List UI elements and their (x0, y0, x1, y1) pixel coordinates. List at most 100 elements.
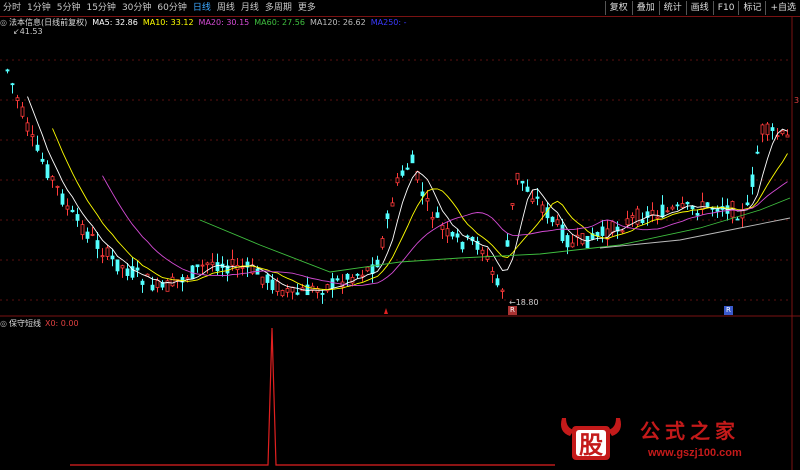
ma120-label: MA120: 26.62 (309, 18, 366, 27)
candle (45, 160, 50, 181)
ma250-label: MA250: - (370, 18, 407, 27)
candle (500, 288, 505, 299)
candle (25, 117, 30, 136)
candle (400, 165, 405, 178)
candle (480, 246, 485, 262)
candle (265, 272, 270, 290)
candle (105, 244, 110, 260)
indicator-options-icon[interactable]: ◎ (0, 318, 7, 330)
candle (335, 275, 340, 282)
candle (360, 269, 365, 282)
moving-average-lines (27, 96, 791, 291)
indicator-value: X0: 0.00 (44, 319, 79, 328)
candle (325, 283, 330, 293)
candle (40, 152, 45, 165)
candle (770, 123, 775, 140)
site-logo-name: 公式之家 (640, 419, 740, 443)
candle (110, 249, 115, 267)
candle (100, 248, 105, 264)
candle (405, 163, 410, 171)
candle (210, 253, 215, 272)
candle (65, 198, 70, 216)
candle (30, 125, 35, 147)
ma10-label: MA10: 33.12 (142, 18, 194, 27)
candle (515, 172, 520, 185)
candle (525, 179, 530, 193)
candle (750, 166, 755, 195)
candle (160, 280, 165, 291)
candle (10, 82, 15, 94)
chart-canvas[interactable] (0, 0, 800, 470)
candle (15, 94, 20, 109)
candle (520, 180, 525, 191)
indicator-signal-line (70, 327, 555, 466)
candle (320, 289, 325, 304)
candle (165, 279, 170, 292)
candle (350, 274, 355, 287)
candle (330, 272, 335, 298)
ma20-label: MA20: 30.15 (198, 18, 250, 27)
candle (120, 264, 125, 278)
ma20-line (102, 175, 788, 286)
candle (655, 210, 660, 225)
candle (95, 231, 100, 259)
candle (460, 241, 465, 253)
candle (380, 236, 385, 250)
candle (135, 260, 140, 278)
candle (600, 219, 605, 243)
candle (5, 68, 10, 74)
bull-logo-icon: 股 (561, 418, 621, 460)
arrow-marker (384, 308, 388, 314)
candle (700, 192, 705, 215)
candle (680, 196, 685, 210)
marker-r1: R (508, 306, 517, 315)
candle (55, 185, 60, 196)
candle (445, 221, 450, 244)
candle (675, 202, 680, 211)
candle (60, 189, 65, 207)
marker-r2: R (724, 306, 733, 315)
indicator-legend: ◎ 保守短线 X0: 0.00 (0, 318, 79, 330)
candle (665, 207, 670, 213)
candle (505, 233, 510, 247)
candle (650, 202, 655, 223)
indicator-line (70, 327, 555, 466)
candle (260, 276, 265, 289)
candle (20, 101, 25, 119)
candle (395, 173, 400, 186)
candle (760, 123, 765, 143)
candle (570, 234, 575, 248)
svg-text:股: 股 (579, 431, 603, 459)
candle (80, 220, 85, 240)
candle (495, 274, 500, 288)
candle (670, 204, 675, 211)
candle (695, 209, 700, 221)
candle (195, 264, 200, 273)
candle (410, 150, 415, 164)
ma5-label: MA5: 32.86 (92, 18, 138, 27)
candle (450, 231, 455, 240)
site-logo-url: www.gszj100.com (648, 447, 742, 459)
candle (555, 214, 560, 227)
candle (635, 205, 640, 228)
candle (375, 255, 380, 268)
candle (745, 194, 750, 207)
candle (295, 283, 300, 296)
candlesticks (5, 68, 790, 304)
candle (50, 175, 55, 188)
candle (550, 216, 555, 227)
max-price-label: ↙41.53 (13, 27, 43, 36)
candle (420, 182, 425, 205)
candle (785, 129, 790, 138)
candle (435, 206, 440, 218)
chart-options-icon[interactable]: ◎ (0, 17, 7, 29)
event-markers (384, 308, 388, 314)
ma60-label: MA60: 27.56 (254, 18, 305, 27)
candle (305, 276, 310, 296)
candle (355, 273, 360, 279)
candle (475, 236, 480, 255)
candle (660, 195, 665, 219)
candle (755, 145, 760, 155)
candle (180, 274, 185, 292)
candle (35, 135, 40, 153)
